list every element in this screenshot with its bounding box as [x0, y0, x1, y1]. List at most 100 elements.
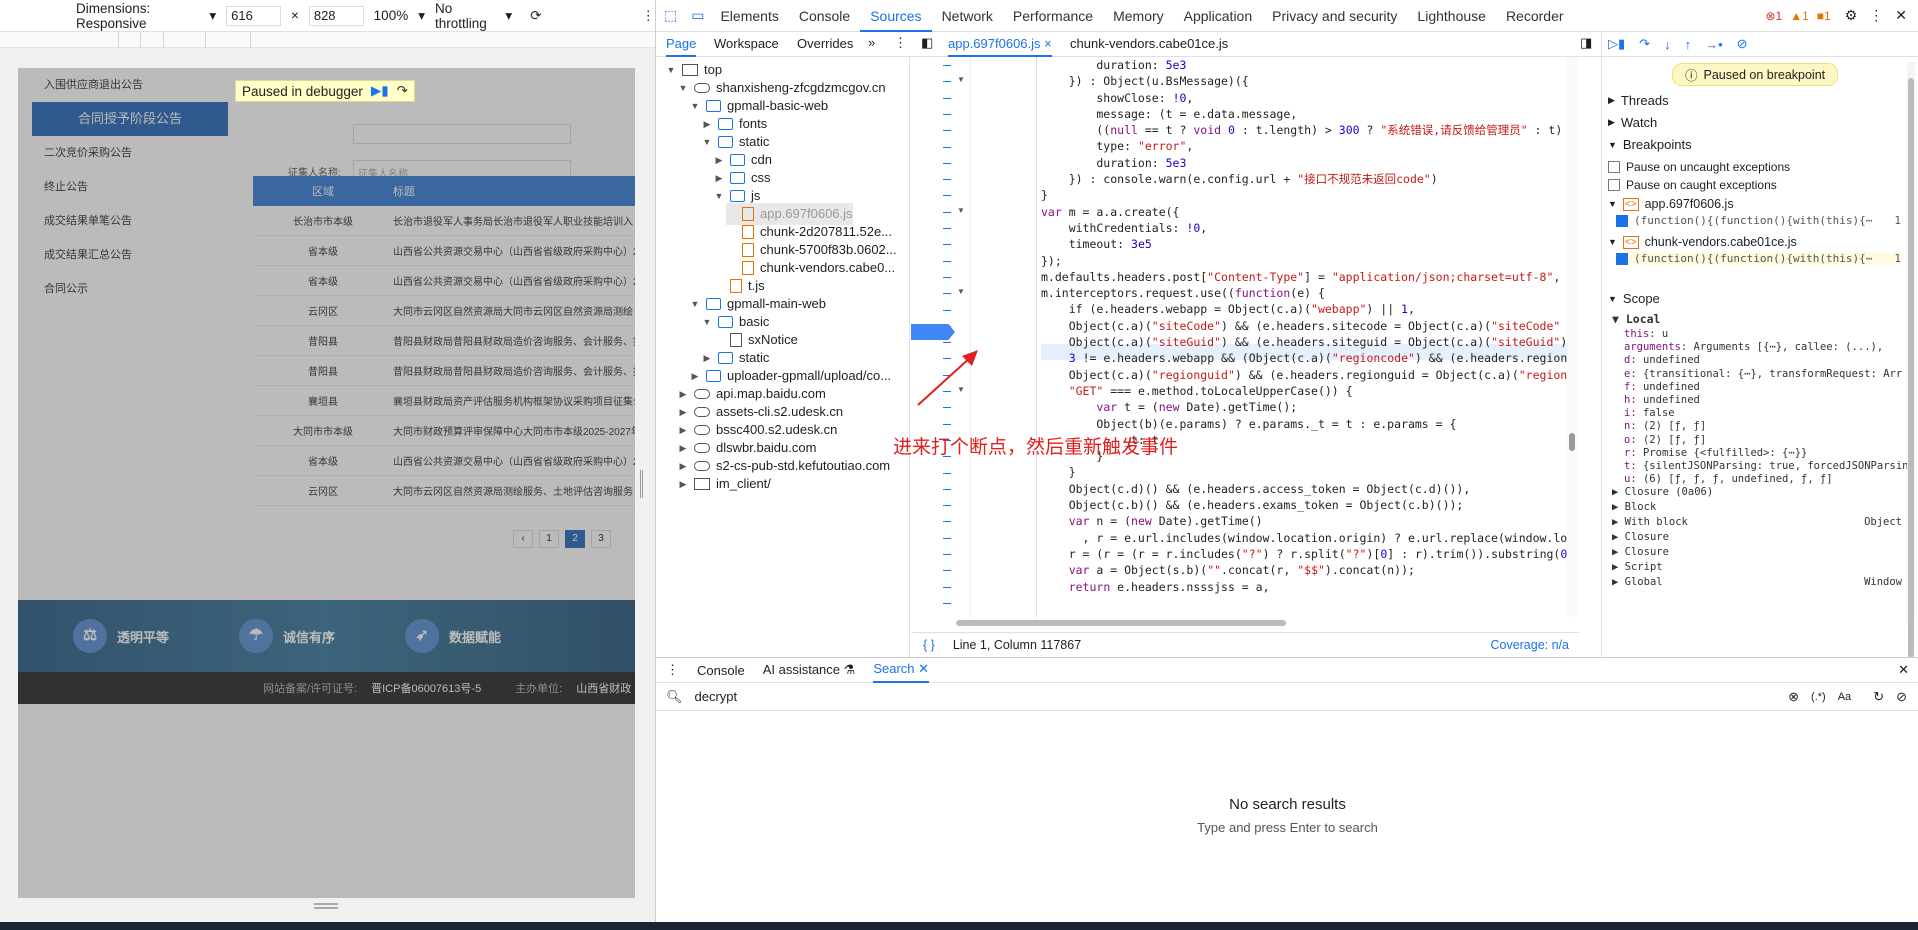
close-icon[interactable]: ✕ [1895, 7, 1907, 24]
scope-variable[interactable]: e: {transitional: {⋯}, transformRequest:… [1624, 368, 1902, 380]
vertical-scrollbar[interactable] [1567, 57, 1577, 617]
fold-arrow-icon[interactable]: ▼ [957, 287, 965, 296]
more-icon[interactable]: ⋮ [894, 35, 907, 51]
table-row[interactable]: 长治市市本级 长治市退役军人事务局长治市退役军人职业技能培训入 [253, 206, 635, 236]
match-case-icon[interactable]: Aa [1838, 691, 1851, 703]
table-row[interactable]: 省本级 山西省公共资源交易中心（山西省省级政府采购中心）2 [253, 446, 635, 476]
breakpoint-checkbox[interactable] [1616, 214, 1628, 227]
tab-recorder[interactable]: Recorder [1496, 0, 1574, 32]
tab-network[interactable]: Network [932, 0, 1003, 32]
scope-group[interactable]: ▶ Block [1612, 501, 1902, 513]
drawer-tab-ai[interactable]: AI assistance ⚗ [763, 662, 856, 678]
step-over-icon[interactable]: ↷ [1639, 36, 1650, 52]
table-row[interactable]: 省本级 山西省公共资源交易中心（山西省省级政府采购中心）2 [253, 266, 635, 296]
table-row[interactable]: 昔阳县 昔阳县财政局昔阳县财政局造价咨询服务、会计服务、技 [253, 356, 635, 386]
table-row[interactable]: 昔阳县 昔阳县财政局昔阳县财政局造价咨询服务、会计服务、技 [253, 326, 635, 356]
horizontal-scrollbar[interactable] [956, 620, 1286, 626]
tab-privacy-and-security[interactable]: Privacy and security [1262, 0, 1407, 32]
scope-variable[interactable]: this: u [1624, 328, 1668, 340]
scope-variable[interactable]: r: Promise {<fulfilled>: {⋯}} [1624, 447, 1807, 459]
cell-title[interactable]: 昔阳县财政局昔阳县财政局造价咨询服务、会计服务、技 [393, 333, 635, 348]
scope-variable[interactable]: i: false [1624, 407, 1675, 419]
splitter-handle[interactable] [640, 470, 643, 498]
cell-title[interactable]: 山西省公共资源交易中心（山西省省级政府采购中心）2 [393, 453, 635, 468]
throttle-select[interactable]: No throttling [435, 1, 495, 31]
toggle-navigator-icon[interactable]: ◧ [921, 35, 933, 51]
toggle-debugger-icon[interactable]: ◨ [1580, 35, 1592, 51]
coverage-link[interactable]: Coverage: n/a [1490, 638, 1569, 652]
error-count[interactable]: ⊗1 [1765, 9, 1782, 23]
tab-page[interactable]: Page [666, 36, 697, 57]
side-menu-item[interactable]: 成交结果单笔公告 [32, 204, 228, 238]
side-menu-item[interactable]: 合同公示 [32, 272, 228, 306]
table-row[interactable]: 云冈区 大同市云冈区自然资源局大同市云冈区自然资源局测绘 [253, 296, 635, 326]
side-menu-item[interactable]: 入围供应商退出公告 [32, 68, 228, 102]
source-code[interactable]: duration: 5e3 }) : Object(u.BsMessage)({… [1041, 57, 1569, 617]
pause-uncaught-checkbox[interactable] [1608, 161, 1620, 173]
device-toggle-icon[interactable]: ▭ [685, 7, 710, 24]
side-menu-item[interactable]: 终止公告 [32, 170, 228, 204]
pause-caught-checkbox[interactable] [1608, 179, 1620, 191]
resume-icon[interactable]: ▷▮ [1608, 36, 1625, 52]
cell-title[interactable]: 大同市云冈区自然资源局测绘服务、土地评估咨询服务 [393, 483, 635, 498]
step-over-icon[interactable]: ↷ [397, 83, 408, 99]
issue-count[interactable]: ■1 [1817, 9, 1831, 23]
pause-uncaught[interactable]: Pause on uncaught exceptions [1608, 160, 1790, 174]
scope-variable[interactable]: u: (6) [ƒ, ƒ, ƒ, undefined, ƒ, ƒ] [1624, 473, 1833, 485]
drawer-menu-icon[interactable]: ⋮ [666, 662, 679, 678]
tab-console[interactable]: Console [789, 0, 860, 32]
cell-title[interactable]: 山西省公共资源交易中心（山西省省级政府采购中心）2 [393, 273, 635, 288]
drawer-tab-console[interactable]: Console [697, 663, 745, 678]
clear-icon[interactable]: ⊗ [1788, 689, 1799, 705]
breakpoint-file[interactable]: ▼ <> app.697f0606.js [1608, 197, 1734, 211]
sidebar-scrollbar[interactable] [1907, 62, 1915, 657]
file-tab-app[interactable]: app.697f0606.js × [948, 36, 1052, 57]
refresh-icon[interactable]: ↻ [1873, 689, 1884, 705]
breakpoint-file[interactable]: ▼ <> chunk-vendors.cabe01ce.js [1608, 235, 1797, 249]
filter-input-top[interactable] [353, 124, 571, 144]
cell-title[interactable]: 山西省公共资源交易中心（山西省省级政府采购中心）2 [393, 243, 635, 258]
pretty-print-icon[interactable]: { } [923, 638, 935, 652]
table-row[interactable]: 大同市市本级 大同市财政预算评审保障中心大同市市本级2025-2027年 [253, 416, 635, 446]
cell-title[interactable]: 大同市财政预算评审保障中心大同市市本级2025-2027年 [393, 423, 635, 438]
tab-workspace[interactable]: Workspace [714, 36, 779, 51]
breakpoint-entry[interactable]: (function(){(function(){with(this){⋯ 1 [1616, 214, 1901, 227]
tab-performance[interactable]: Performance [1003, 0, 1103, 32]
width-input[interactable]: 616 [226, 5, 281, 26]
table-row[interactable]: 省本级 山西省公共资源交易中心（山西省省级政府采购中心）2 [253, 236, 635, 266]
step-into-icon[interactable]: ↓ [1664, 37, 1671, 52]
dimensions-select[interactable]: Dimensions: Responsive [76, 1, 199, 31]
scope-variable[interactable]: h: undefined [1624, 394, 1700, 406]
section-threads[interactable]: ▶ Threads [1608, 93, 1669, 108]
fold-arrow-icon[interactable]: ▼ [957, 75, 965, 84]
page-button[interactable]: 2 [565, 530, 585, 548]
inspect-icon[interactable]: ⬚ [656, 7, 685, 24]
tab-lighthouse[interactable]: Lighthouse [1407, 0, 1496, 32]
scope-group[interactable]: ▶ Closure [1612, 531, 1902, 543]
tab-memory[interactable]: Memory [1103, 0, 1174, 32]
tab-application[interactable]: Application [1174, 0, 1263, 32]
side-menu-item[interactable]: 成交结果汇总公告 [32, 238, 228, 272]
more-tabs-icon[interactable]: » [868, 35, 875, 50]
section-breakpoints[interactable]: ▼ Breakpoints [1608, 137, 1692, 152]
breakpoint-checkbox[interactable] [1616, 252, 1628, 265]
breakpoint-entry[interactable]: (function(){(function(){with(this){⋯ 1 [1616, 252, 1901, 265]
scope-group[interactable]: ▶ Closure (0a06) [1612, 486, 1902, 498]
pause-caught[interactable]: Pause on caught exceptions [1608, 178, 1777, 192]
scope-local[interactable]: ▼ Local [1612, 312, 1660, 326]
resize-handle[interactable] [314, 903, 338, 909]
scope-variable[interactable]: f: undefined [1624, 381, 1700, 393]
page-button[interactable]: ‹ [513, 530, 533, 548]
warning-count[interactable]: ▲1 [1790, 9, 1809, 23]
breakpoint-marker[interactable] [911, 324, 955, 340]
zoom-select[interactable]: 100% [374, 8, 409, 23]
cell-title[interactable]: 昔阳县财政局昔阳县财政局造价咨询服务、会计服务、技 [393, 363, 635, 378]
scope-group[interactable]: ▶ Global Window [1612, 576, 1902, 588]
section-scope[interactable]: ▼ Scope [1608, 291, 1660, 306]
scope-group[interactable]: ▶ With block Object [1612, 516, 1902, 528]
clear-results-icon[interactable]: ⊘ [1896, 689, 1907, 705]
rotate-icon[interactable]: ⟳ [530, 8, 541, 24]
tab-sources[interactable]: Sources [860, 0, 932, 32]
cell-title[interactable]: 大同市云冈区自然资源局大同市云冈区自然资源局测绘 [393, 303, 635, 318]
more-icon[interactable]: ⋮ [642, 8, 656, 24]
